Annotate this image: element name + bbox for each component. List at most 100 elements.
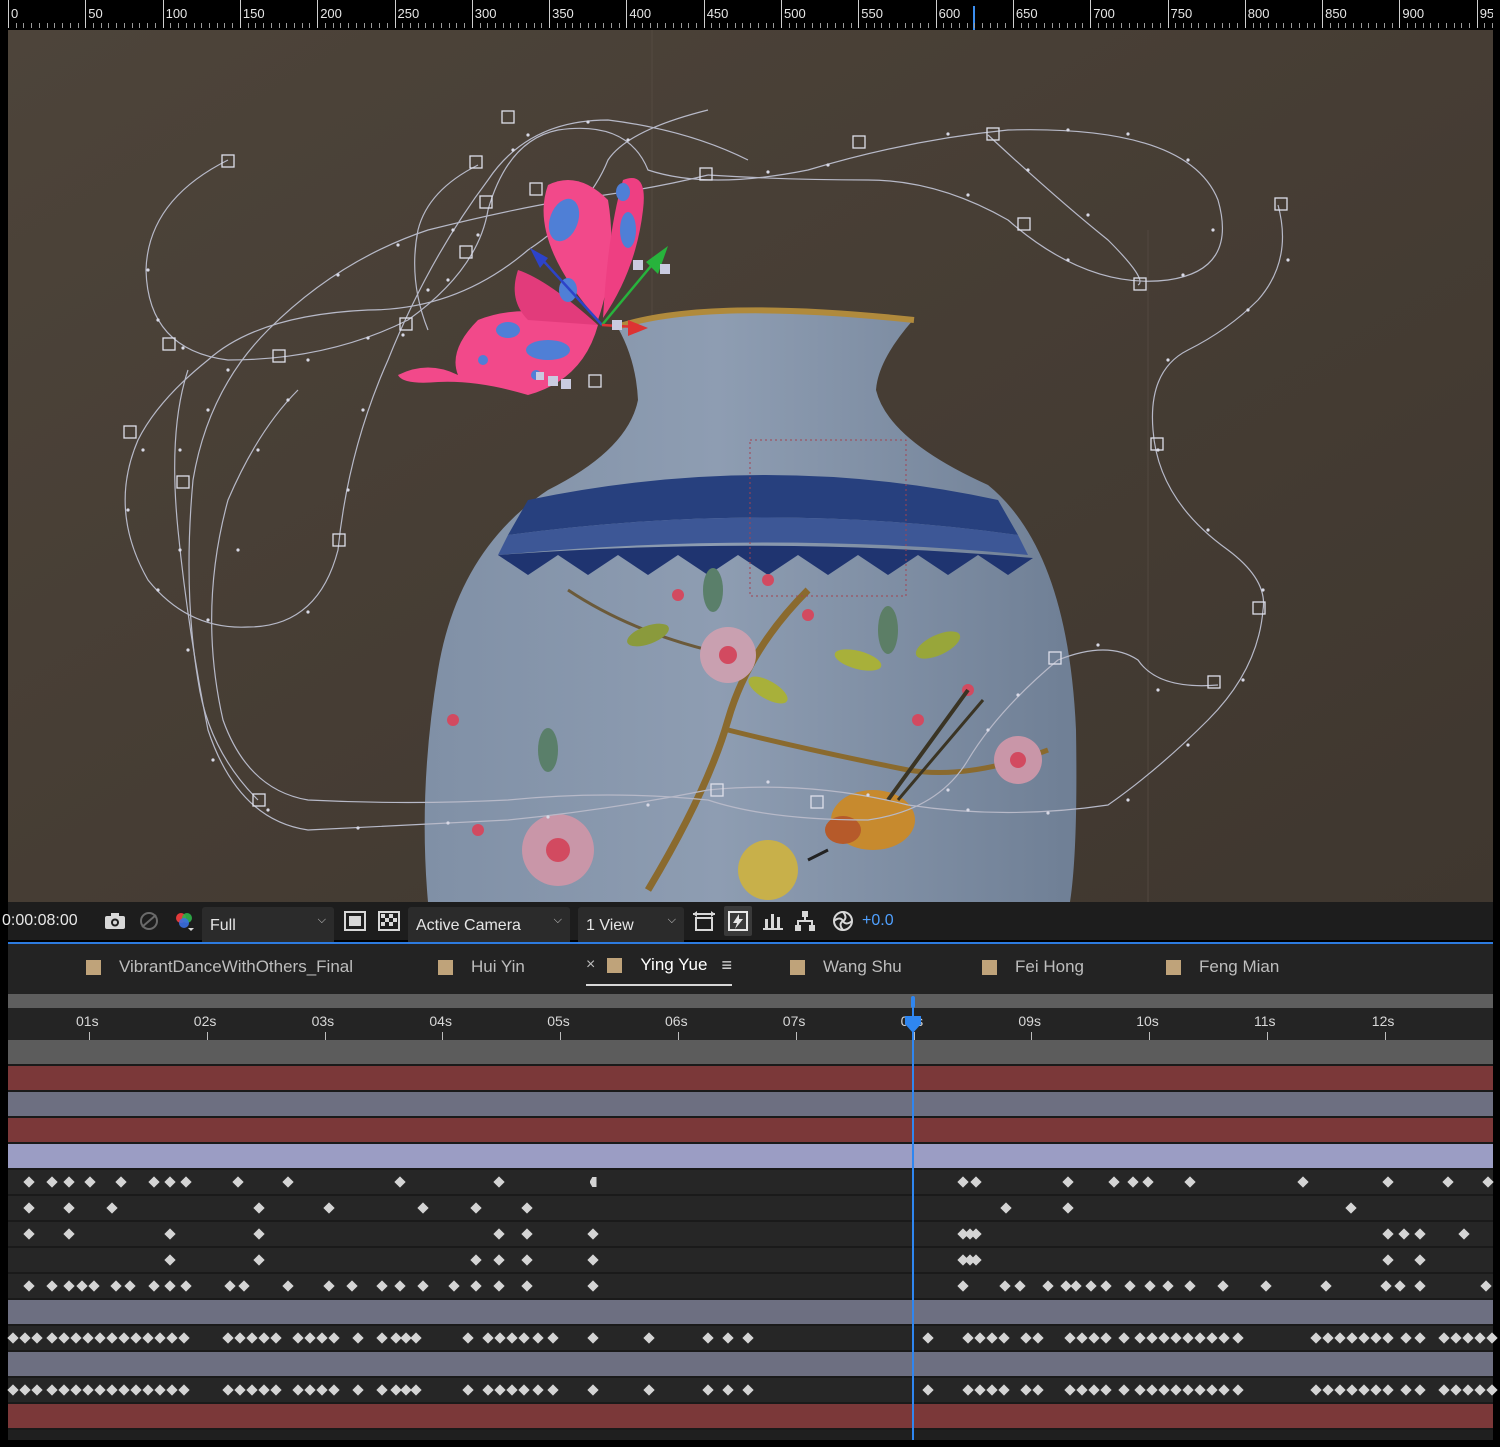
keyframe[interactable] — [1088, 1332, 1100, 1344]
keyframe[interactable] — [31, 1384, 43, 1396]
keyframe[interactable] — [63, 1176, 75, 1188]
keyframe[interactable] — [493, 1228, 505, 1240]
keyframe[interactable] — [58, 1384, 70, 1396]
current-time-indicator[interactable] — [912, 1008, 914, 1440]
keyframe[interactable] — [316, 1384, 328, 1396]
layer-track-6[interactable] — [8, 1170, 1494, 1196]
keyframe[interactable] — [482, 1332, 494, 1344]
keyframe[interactable] — [957, 1280, 969, 1292]
keyframe[interactable] — [352, 1384, 364, 1396]
keyframe[interactable] — [518, 1332, 530, 1344]
keyframe[interactable] — [246, 1332, 258, 1344]
keyframe[interactable] — [154, 1332, 166, 1344]
keyframe[interactable] — [986, 1384, 998, 1396]
keyframe[interactable] — [352, 1332, 364, 1344]
keyframe[interactable] — [1064, 1384, 1076, 1396]
camera-dropdown[interactable]: Active Camera ⌵ — [408, 907, 570, 945]
keyframe[interactable] — [1414, 1384, 1426, 1396]
fast-previews-icon[interactable] — [724, 906, 752, 936]
keyframe[interactable] — [70, 1384, 82, 1396]
keyframe[interactable] — [1474, 1384, 1486, 1396]
color-channels-icon[interactable] — [172, 902, 196, 940]
tab-fei-hong[interactable]: Fei Hong — [982, 944, 1084, 990]
keyframe[interactable] — [1450, 1332, 1462, 1344]
keyframe[interactable] — [643, 1384, 655, 1396]
keyframe[interactable] — [1064, 1332, 1076, 1344]
keyframe[interactable] — [1070, 1280, 1082, 1292]
keyframe[interactable] — [1158, 1384, 1170, 1396]
layer-track-12[interactable] — [7, 1326, 1498, 1352]
exposure-value[interactable]: +0.0 — [862, 902, 894, 940]
keyframe[interactable] — [1158, 1332, 1170, 1344]
keyframe[interactable] — [1260, 1280, 1272, 1292]
keyframe[interactable] — [23, 1176, 35, 1188]
keyframe[interactable] — [521, 1202, 533, 1214]
keyframe[interactable] — [323, 1202, 335, 1214]
keyframe[interactable] — [376, 1332, 388, 1344]
layer-track-4[interactable] — [8, 1118, 1493, 1144]
keyframe[interactable] — [1346, 1384, 1358, 1396]
keyframe[interactable] — [702, 1384, 714, 1396]
keyframe[interactable] — [1184, 1176, 1196, 1188]
keyframe[interactable] — [154, 1384, 166, 1396]
keyframe[interactable] — [282, 1176, 294, 1188]
keyframe[interactable] — [118, 1332, 130, 1344]
keyframe[interactable] — [1398, 1228, 1410, 1240]
keyframe[interactable] — [1382, 1384, 1394, 1396]
keyframe[interactable] — [922, 1332, 934, 1344]
keyframe[interactable] — [63, 1280, 75, 1292]
keyframe[interactable] — [1142, 1176, 1154, 1188]
keyframe[interactable] — [1062, 1176, 1074, 1188]
keyframe[interactable] — [1414, 1228, 1426, 1240]
keyframe[interactable] — [1414, 1254, 1426, 1266]
keyframe[interactable] — [742, 1332, 754, 1344]
keyframe[interactable] — [1462, 1332, 1474, 1344]
keyframe[interactable] — [922, 1384, 934, 1396]
keyframe[interactable] — [1032, 1384, 1044, 1396]
keyframe[interactable] — [998, 1384, 1010, 1396]
keyframe[interactable] — [482, 1384, 494, 1396]
keyframe[interactable] — [1458, 1228, 1470, 1240]
layer-track-3[interactable] — [8, 1092, 1493, 1118]
keyframe[interactable] — [234, 1332, 246, 1344]
keyframe[interactable] — [1134, 1384, 1146, 1396]
keyframe[interactable] — [1462, 1384, 1474, 1396]
keyframe[interactable] — [1194, 1332, 1206, 1344]
keyframe[interactable] — [253, 1254, 265, 1266]
keyframe[interactable] — [742, 1384, 754, 1396]
keyframe[interactable] — [493, 1254, 505, 1266]
keyframe[interactable] — [328, 1332, 340, 1344]
keyframe[interactable] — [222, 1332, 234, 1344]
keyframe[interactable] — [7, 1332, 19, 1344]
keyframe[interactable] — [1232, 1384, 1244, 1396]
keyframe[interactable] — [1118, 1332, 1130, 1344]
keyframe[interactable] — [521, 1254, 533, 1266]
keyframe[interactable] — [58, 1332, 70, 1344]
keyframe[interactable] — [376, 1384, 388, 1396]
keyframe[interactable] — [494, 1384, 506, 1396]
keyframe[interactable] — [1014, 1280, 1026, 1292]
keyframe[interactable] — [82, 1332, 94, 1344]
keyframe[interactable] — [470, 1280, 482, 1292]
keyframe[interactable] — [376, 1280, 388, 1292]
keyframe[interactable] — [1482, 1176, 1494, 1188]
keyframe[interactable] — [1144, 1280, 1156, 1292]
keyframe[interactable] — [142, 1332, 154, 1344]
keyframe[interactable] — [238, 1280, 250, 1292]
hamburger-menu-icon[interactable]: ≡ — [721, 955, 732, 976]
keyframe[interactable] — [1127, 1176, 1139, 1188]
time-ruler[interactable]: 01s02s03s04s05s06s07s08s09s10s11s12s — [8, 1008, 1493, 1040]
keyframe[interactable] — [1170, 1384, 1182, 1396]
reset-3d-view-icon[interactable] — [692, 902, 716, 940]
keyframe[interactable] — [1100, 1280, 1112, 1292]
keyframe[interactable] — [1218, 1332, 1230, 1344]
keyframe[interactable] — [1400, 1332, 1412, 1344]
flowchart-icon[interactable] — [794, 902, 816, 940]
keyframe[interactable] — [1124, 1280, 1136, 1292]
keyframe[interactable] — [253, 1202, 265, 1214]
keyframe[interactable] — [19, 1332, 31, 1344]
keyframe[interactable] — [1206, 1384, 1218, 1396]
keyframe[interactable] — [493, 1280, 505, 1292]
keyframe[interactable] — [1400, 1384, 1412, 1396]
keyframe[interactable] — [23, 1280, 35, 1292]
